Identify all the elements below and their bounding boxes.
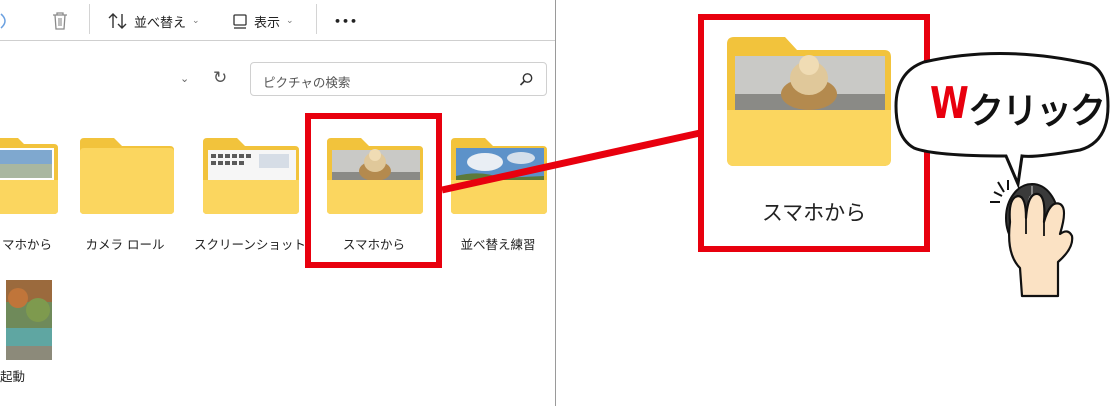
toolbar-separator [316,4,317,34]
speech-bubble-text: W クリック [908,78,1110,138]
folder-label: 並べ替え練習 [460,237,536,252]
more-button[interactable]: ••• [334,9,358,33]
image-label: 起動 [0,369,26,384]
click-text: クリック [968,91,1106,132]
view-label: 表示 [254,15,281,31]
image-item[interactable]: 起動 [0,280,54,384]
share-icon[interactable] [0,12,10,30]
zoom-folder-label: スマホから [761,201,867,225]
search-placeholder: ピクチャの検索 [263,75,351,90]
search-icon[interactable] [519,72,534,87]
sort-label: 並べ替え [134,15,187,31]
folder-item[interactable]: 並べ替え練習 [441,136,555,256]
folder-icon [451,138,547,214]
toolbar-divider [0,40,555,41]
view-button[interactable]: 表示 ⌄ [232,9,294,33]
image-thumbnail [6,280,52,360]
file-explorer-window: 並べ替え ⌄ 表示 ⌄ ••• ⌄ ↻ ピクチャの検索 マホから カメラ ロール… [0,0,556,406]
double-mark: W [930,78,969,129]
folder-item[interactable]: カメラ ロール [68,136,182,256]
chevron-down-icon: ⌄ [286,16,294,26]
more-icon: ••• [334,14,359,28]
toolbar-separator [89,4,90,34]
chevron-down-icon: ⌄ [192,16,200,26]
chevron-down-icon[interactable]: ⌄ [180,72,189,85]
address-bar[interactable]: ⌄ ↻ [0,62,243,96]
folder-label: カメラ ロール [85,237,165,252]
refresh-icon[interactable]: ↻ [213,68,227,88]
sort-button[interactable]: 並べ替え ⌄ [108,9,200,33]
folder-item[interactable]: マホから [0,136,58,256]
sort-icon [108,13,127,29]
search-input[interactable]: ピクチャの検索 [250,62,547,96]
folder-label: スクリーンショット [194,237,306,252]
trash-icon[interactable] [50,10,70,32]
folder-icon [727,37,891,166]
command-bar: 並べ替え ⌄ 表示 ⌄ ••• [0,0,555,42]
folder-icon [80,138,174,214]
folder-icon [203,138,299,214]
folder-icon [0,138,58,214]
folder-item[interactable]: スクリーンショット [193,136,307,256]
mouse-hand-icon [990,180,1074,298]
view-icon [233,14,247,29]
highlight-box [305,113,442,268]
